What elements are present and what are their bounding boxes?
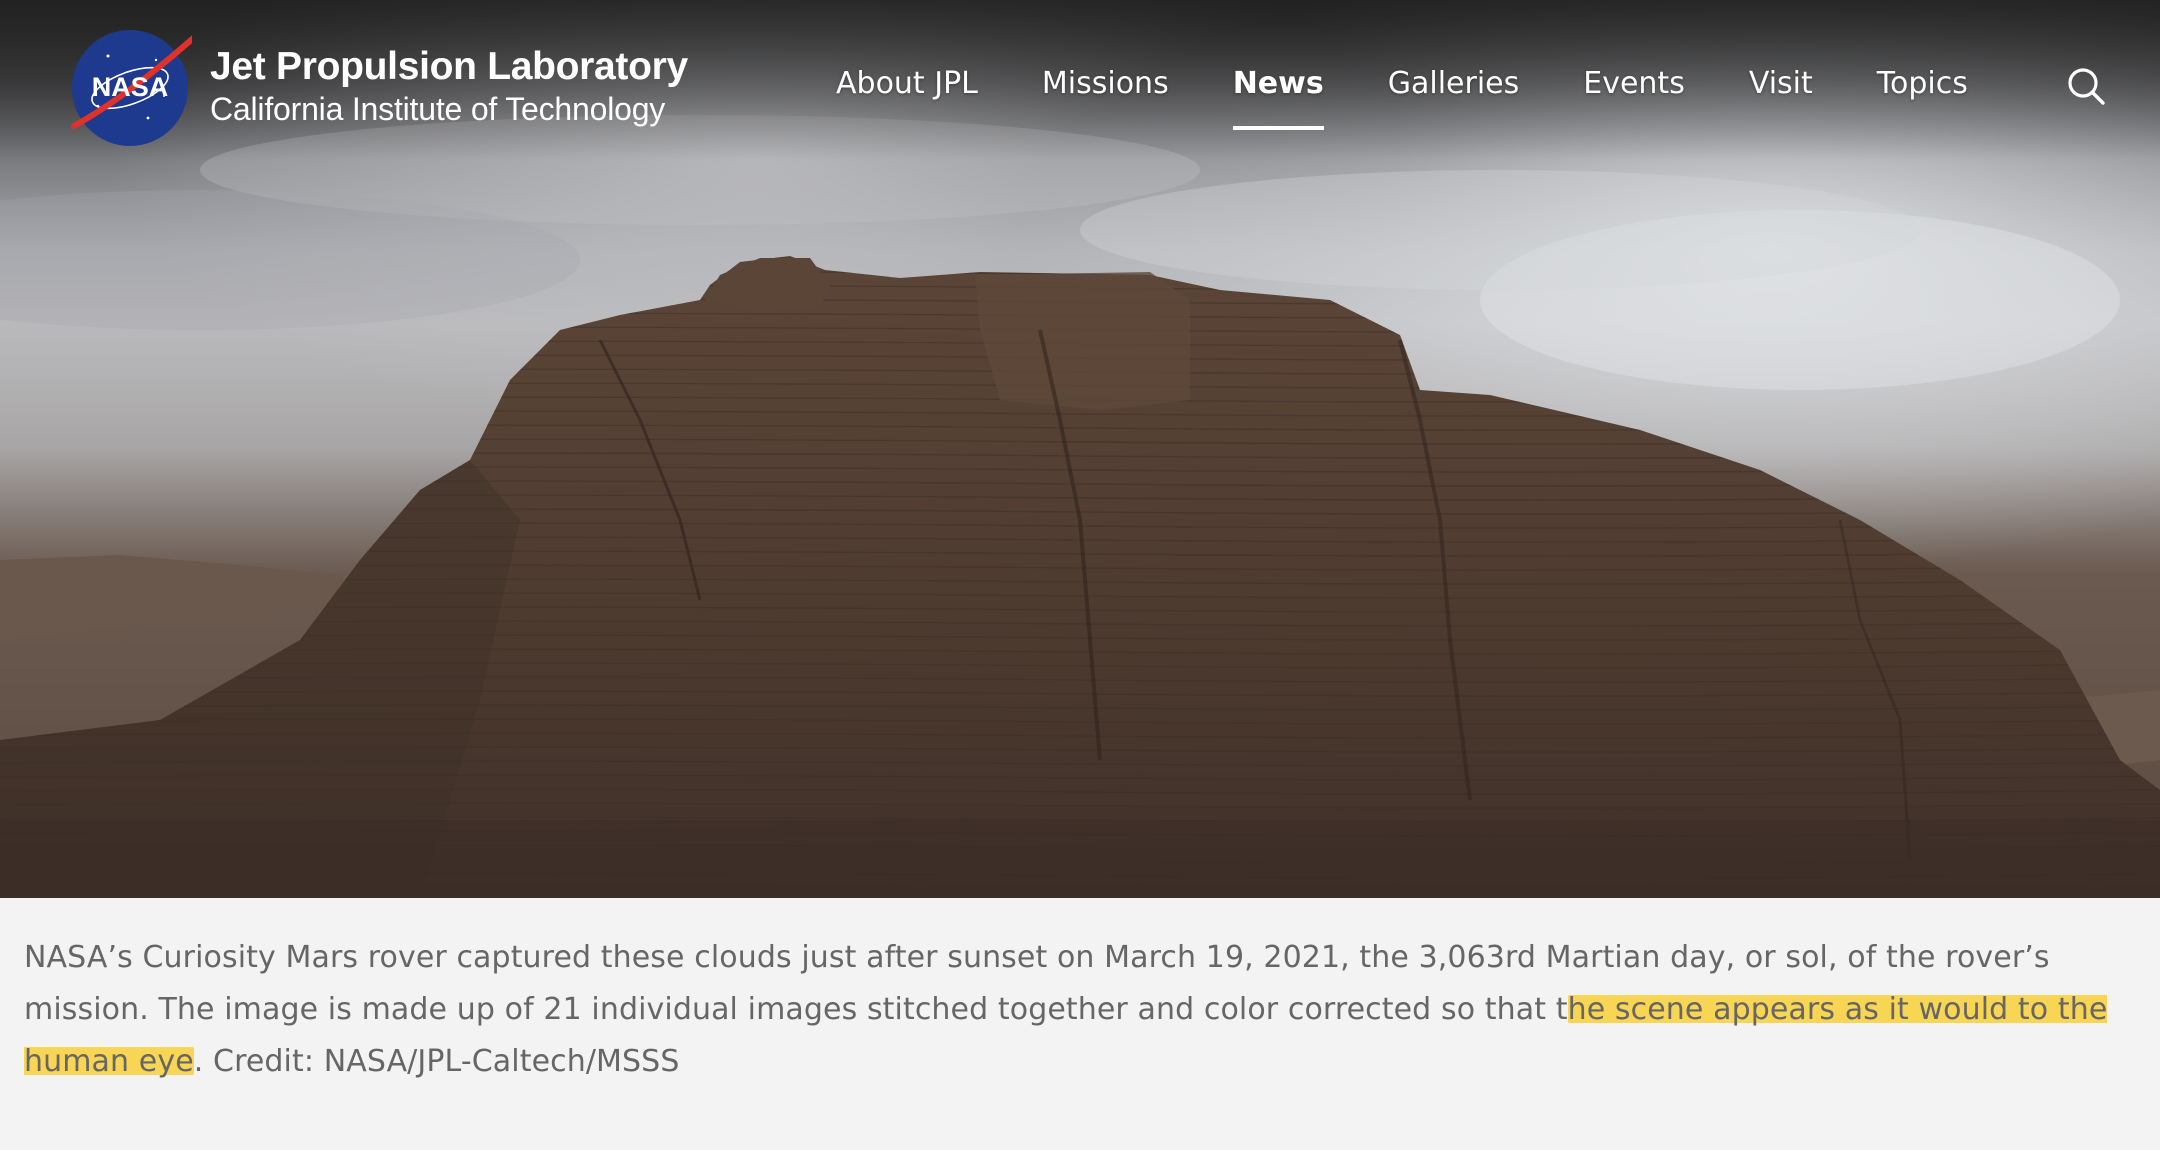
brand-title: Jet Propulsion Laboratory xyxy=(210,45,688,88)
nav-item-about-jpl[interactable]: About JPL xyxy=(836,62,978,106)
nav-item-topics[interactable]: Topics xyxy=(1877,62,1968,106)
caption-credit: . Credit: NASA/JPL-Caltech/MSSS xyxy=(193,1044,680,1079)
image-caption: NASA’s Curiosity Mars rover captured the… xyxy=(0,898,2160,1150)
nav-item-news[interactable]: News xyxy=(1232,62,1324,130)
site-brand[interactable]: Jet Propulsion Laboratory California Ins… xyxy=(210,44,688,128)
nav-item-galleries[interactable]: Galleries xyxy=(1388,62,1520,106)
nav-item-missions[interactable]: Missions xyxy=(1042,62,1169,106)
brand-subtitle: California Institute of Technology xyxy=(210,91,666,127)
main-nav: About JPL Missions News Galleries Events… xyxy=(836,62,2032,130)
nav-item-visit[interactable]: Visit xyxy=(1749,62,1813,106)
page: NASA Jet Propulsion Laboratory Californi… xyxy=(0,0,2160,1150)
nasa-logo[interactable]: NASA xyxy=(68,26,192,150)
site-header: NASA Jet Propulsion Laboratory Californi… xyxy=(0,0,2160,170)
nav-item-events[interactable]: Events xyxy=(1583,62,1685,106)
search-icon[interactable] xyxy=(2066,66,2106,106)
nasa-logo-text: NASA xyxy=(92,72,169,102)
caption-text: NASA’s Curiosity Mars rover captured the… xyxy=(24,932,2134,1088)
